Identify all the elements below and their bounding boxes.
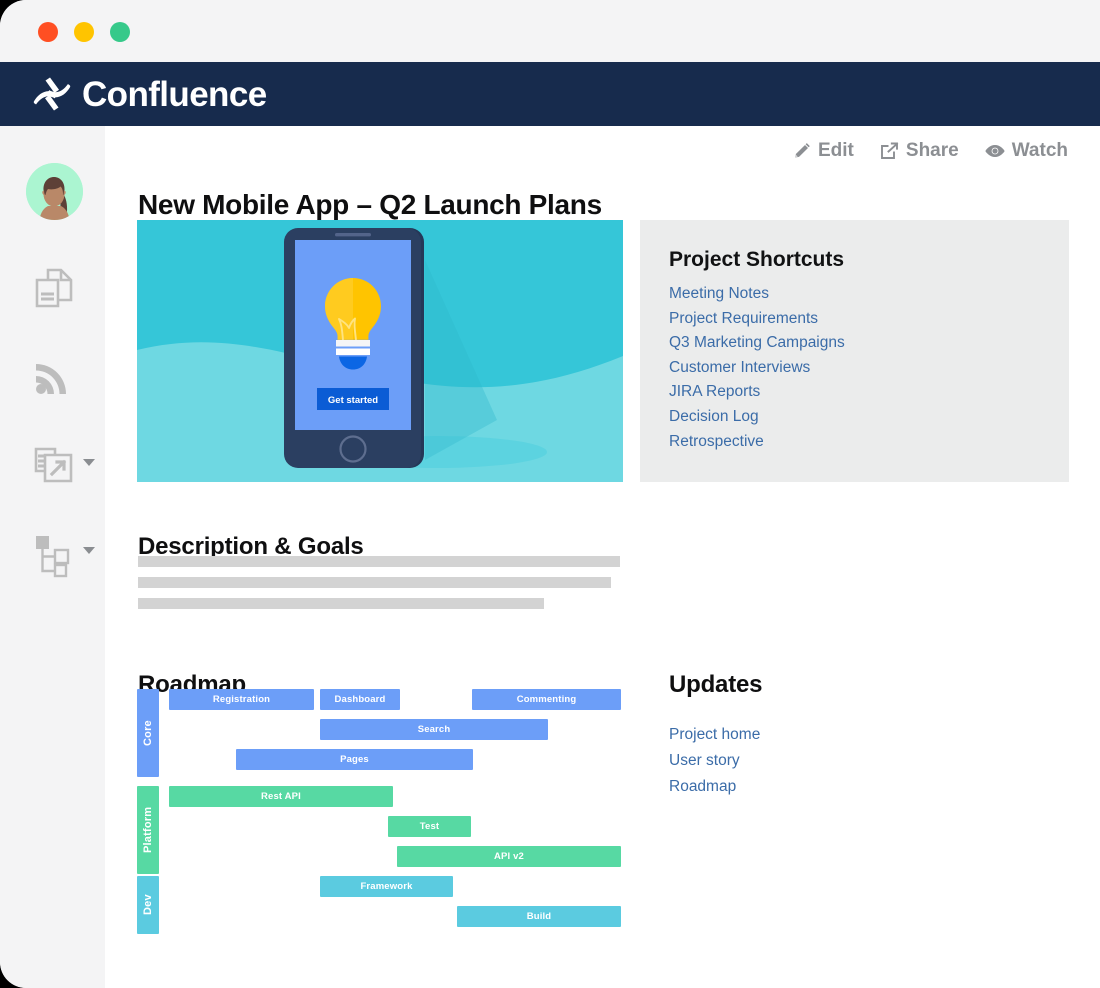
page-tree-icon [28,526,80,578]
roadmap-bar[interactable]: Dashboard [320,689,400,710]
shortcut-link-3[interactable]: Customer Interviews [669,356,845,381]
shortcuts-list: Meeting Notes Project Requirements Q3 Mark… [669,282,845,454]
close-window-button[interactable] [38,22,58,42]
sidebar-item-pages[interactable] [28,262,80,314]
roadmap-bar[interactable]: Build [457,906,621,927]
share-pages-icon [28,438,80,490]
shortcut-link-1[interactable]: Project Requirements [669,307,845,332]
shortcut-link-4[interactable]: JIRA Reports [669,380,845,405]
roadmap-bar[interactable]: Registration [169,689,314,710]
placeholder-bar [138,598,544,609]
roadmap-bar[interactable]: API v2 [397,846,621,867]
share-button[interactable]: Share [880,140,959,162]
sidebar-item-feed[interactable] [28,350,80,402]
sidebar-item-share-pages[interactable] [28,438,80,490]
edit-label: Edit [818,140,854,161]
rss-feed-icon [28,350,80,402]
hero-image: Get started [137,220,623,482]
chevron-down-icon[interactable] [83,547,95,554]
avatar[interactable] [26,163,83,220]
svg-text:Get started: Get started [328,395,378,406]
roadmap-bar[interactable]: Search [320,719,548,740]
page-content: Edit Share Watch New Mobile App – Q2 Lau… [105,126,1100,988]
update-link-1[interactable]: User story [669,748,760,774]
watch-button[interactable]: Watch [985,140,1068,162]
window-controls [38,22,130,42]
confluence-brand[interactable]: Confluence [32,74,267,114]
get-started-button: Get started [317,388,389,410]
minimize-window-button[interactable] [74,22,94,42]
browser-window: Confluence Edit Share Watch New Mobile A… [0,0,1100,988]
roadmap-bar[interactable]: Framework [320,876,453,897]
shortcut-link-5[interactable]: Decision Log [669,405,845,430]
watch-label: Watch [1011,140,1068,161]
brand-title: Confluence [82,74,267,114]
roadmap-bar[interactable]: Rest API [169,786,393,807]
chevron-down-icon[interactable] [83,459,95,466]
project-shortcuts-panel: Project Shortcuts Meeting Notes Project R… [640,220,1069,482]
roadmap-lane-label-platform: Platform [137,786,159,874]
confluence-logo-icon [32,74,72,114]
shortcuts-title: Project Shortcuts [669,248,845,271]
update-link-0[interactable]: Project home [669,722,760,748]
roadmap-bar[interactable]: Test [388,816,471,837]
shortcut-link-0[interactable]: Meeting Notes [669,282,845,307]
updates-list: Project home User story Roadmap [669,722,760,800]
pages-icon [28,262,80,314]
updates-section-title: Updates [669,670,763,698]
page-title: New Mobile App – Q2 Launch Plans [138,188,602,220]
roadmap-bar[interactable]: Pages [236,749,473,770]
left-sidebar [0,126,105,988]
roadmap-bar[interactable]: Commenting [472,689,621,710]
placeholder-bar [138,556,620,567]
share-label: Share [905,140,959,161]
shortcut-link-6[interactable]: Retrospective [669,430,845,455]
placeholder-bar [138,577,611,588]
eye-icon [985,144,1005,158]
update-link-2[interactable]: Roadmap [669,774,760,800]
shortcut-link-2[interactable]: Q3 Marketing Campaigns [669,331,845,356]
maximize-window-button[interactable] [110,22,130,42]
sidebar-item-page-tree[interactable] [28,526,80,578]
phone-illustration: Get started [284,228,424,468]
roadmap-lane-label-dev: Dev [137,876,159,934]
share-icon [880,142,899,160]
page-actions: Edit Share Watch [793,140,1068,162]
roadmap-gantt-chart: Core Registration Dashboard Commenting Searc… [137,689,627,934]
window-titlebar [0,0,1100,62]
app-header: Confluence [0,62,1100,126]
edit-button[interactable]: Edit [793,140,854,162]
roadmap-lane-label-core: Core [137,689,159,777]
pencil-icon [793,142,811,160]
